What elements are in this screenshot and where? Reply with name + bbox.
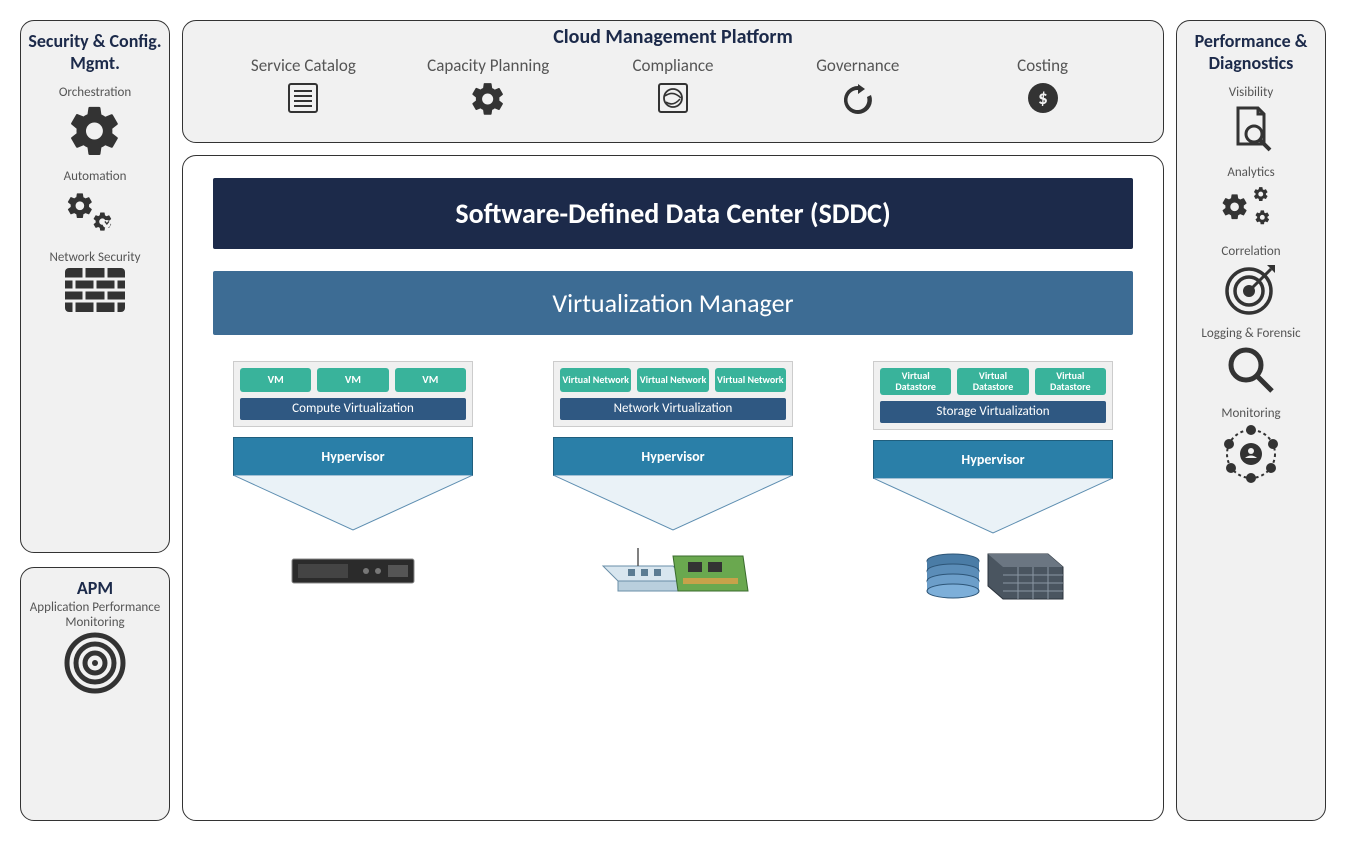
storage-hardware-icon [918,544,1068,604]
cmp-item-label: Governance [765,55,950,76]
network-security-label: Network Security [27,251,163,265]
funnel-icon [873,478,1113,538]
security-config-title: Security & Config. Mgmt. [27,31,163,74]
cmp-governance: Governance [765,55,950,130]
visibility-label: Visibility [1183,86,1319,100]
list-icon [211,80,396,116]
network-virtualization-label: Network Virtualization [560,398,786,420]
apm-box: APM Application Performance Monitoring [20,567,170,821]
virtualization-manager-banner: Virtualization Manager [213,271,1133,335]
network-stack: Virtual Network Virtual Network Virtual … [533,361,813,802]
vnet-chip: Virtual Network [637,368,708,392]
diagram-root: Security & Config. Mgmt. Orchestration A… [20,20,1326,821]
perf-diag-title: Performance & Diagnostics [1183,31,1319,74]
sddc-box: Software-Defined Data Center (SDDC) Virt… [182,155,1164,821]
cmp-item-label: Costing [950,55,1135,76]
server-hardware-icon [288,541,418,601]
vds-chip: Virtual Datastore [880,368,951,395]
center-column: Cloud Management Platform Service Catalo… [182,20,1164,821]
network-hardware-icon [593,541,753,601]
compute-virtualization-label: Compute Virtualization [240,398,466,420]
vm-chip: VM [395,368,466,392]
cmp-item-label: Service Catalog [211,55,396,76]
orchestration-label: Orchestration [27,86,163,100]
svg-text:$: $ [1038,87,1048,110]
funnel-icon [233,475,473,535]
gears-icon [1183,183,1319,235]
dollar-icon: $ [950,80,1135,116]
people-network-icon [1183,424,1319,484]
security-config-box: Security & Config. Mgmt. Orchestration A… [20,20,170,553]
cmp-title: Cloud Management Platform [201,25,1145,49]
vds-chip: Virtual Datastore [957,368,1028,395]
target-arrow-icon [1183,261,1319,317]
vm-chip: VM [240,368,311,392]
search-icon [1183,343,1319,397]
gear-icon [27,102,163,160]
cloud-management-platform-box: Cloud Management Platform Service Catalo… [182,20,1164,143]
firewall-icon [27,267,163,313]
cmp-item-label: Compliance [581,55,766,76]
cmp-costing: Costing $ [950,55,1135,126]
cmp-service-catalog: Service Catalog [211,55,396,126]
gear-icon [396,80,581,118]
monitoring-label: Monitoring [1183,407,1319,421]
apm-subtitle: Application Performance Monitoring [27,601,163,630]
apm-title: APM [27,578,163,600]
cmp-item-label: Capacity Planning [396,55,581,76]
vds-chip: Virtual Datastore [1035,368,1106,395]
globe-icon [581,80,766,116]
analytics-label: Analytics [1183,166,1319,180]
storage-virtualization-label: Storage Virtualization [880,401,1106,423]
hypervisor-label: Hypervisor [553,437,793,476]
storage-stack: Virtual Datastore Virtual Datastore Virt… [853,361,1133,802]
funnel-icon [553,475,793,535]
vnet-chip: Virtual Network [715,368,786,392]
automation-label: Automation [27,170,163,184]
target-icon [27,632,163,694]
cmp-capacity-planning: Capacity Planning [396,55,581,128]
cycle-icon [765,80,950,120]
vnet-chip: Virtual Network [560,368,631,392]
hypervisor-label: Hypervisor [873,440,1113,479]
compute-stack: VM VM VM Compute Virtualization Hypervis… [213,361,493,802]
document-search-icon [1183,102,1319,156]
cmp-compliance: Compliance [581,55,766,126]
right-column: Performance & Diagnostics Visibility Ana… [1176,20,1326,821]
gears-icon [27,187,163,241]
stacks-row: VM VM VM Compute Virtualization Hypervis… [213,361,1133,802]
vm-chip: VM [317,368,388,392]
sddc-banner: Software-Defined Data Center (SDDC) [213,178,1133,249]
hypervisor-label: Hypervisor [233,437,473,476]
left-column: Security & Config. Mgmt. Orchestration A… [20,20,170,821]
correlation-label: Correlation [1183,245,1319,259]
logging-forensic-label: Logging & Forensic [1183,327,1319,341]
performance-diagnostics-box: Performance & Diagnostics Visibility Ana… [1176,20,1326,821]
